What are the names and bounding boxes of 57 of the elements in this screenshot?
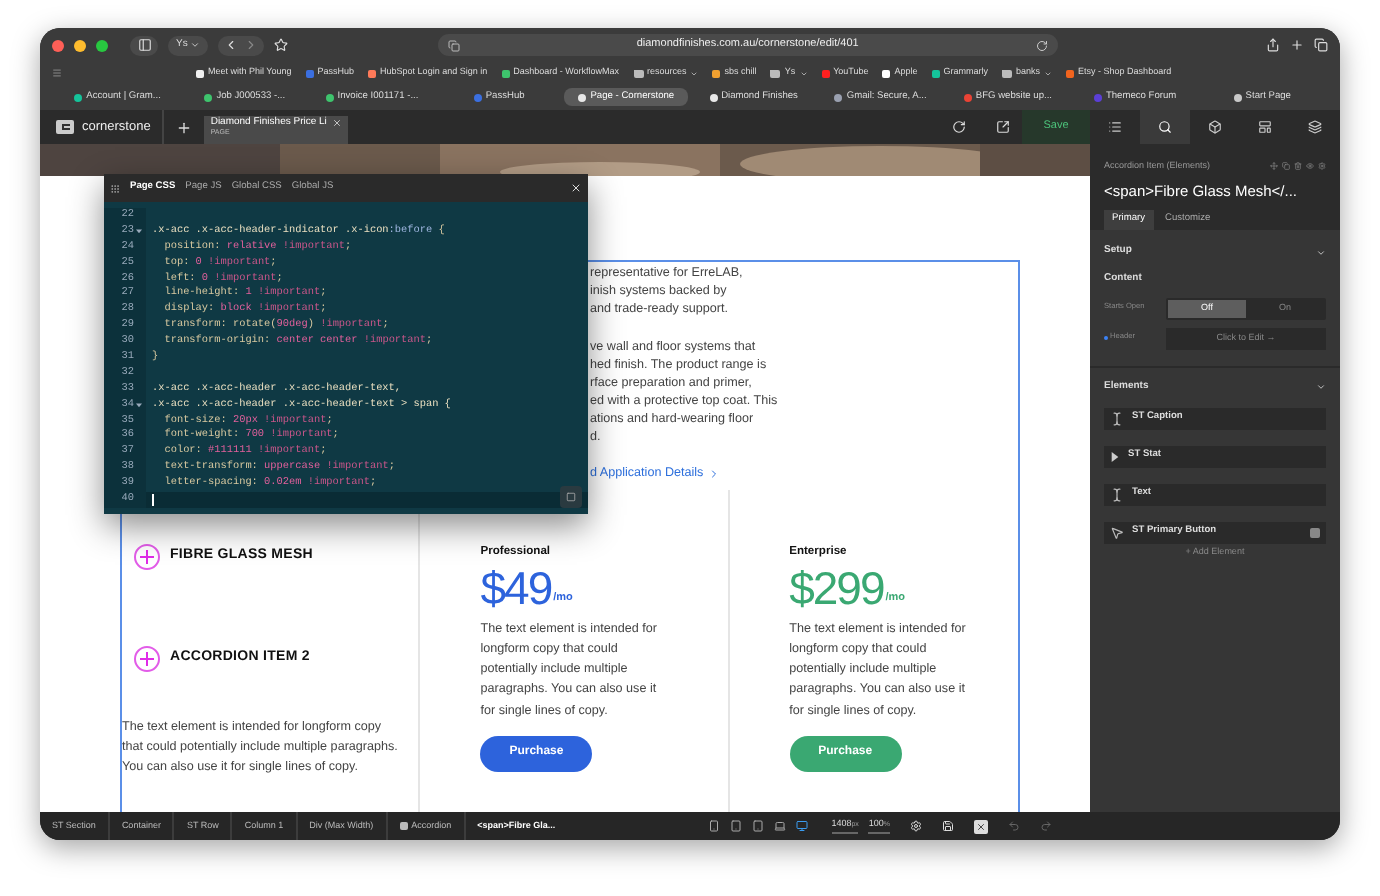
phone-icon bbox=[707, 820, 720, 832]
fold-arrow-icon[interactable] bbox=[135, 402, 141, 409]
device-button[interactable] bbox=[751, 820, 764, 832]
fold-arrow-icon[interactable] bbox=[135, 228, 141, 235]
list-icon bbox=[1108, 120, 1122, 134]
back-icon[interactable] bbox=[223, 38, 238, 52]
bookmark-icon[interactable] bbox=[273, 38, 288, 52]
element-icon bbox=[399, 822, 408, 830]
layout-icon bbox=[1258, 120, 1272, 134]
panel-tab[interactable] bbox=[1140, 110, 1190, 144]
sidebar-icon bbox=[137, 38, 151, 52]
tablet-icon bbox=[729, 820, 742, 832]
tab-overview-icon[interactable] bbox=[1314, 38, 1328, 52]
text-cursor bbox=[152, 493, 154, 506]
device-button[interactable] bbox=[795, 820, 808, 832]
preview-icon[interactable] bbox=[974, 819, 989, 833]
redo-icon[interactable] bbox=[1040, 820, 1053, 832]
chevron-down-icon bbox=[189, 40, 200, 50]
device-button[interactable] bbox=[773, 820, 786, 832]
eye-icon[interactable] bbox=[1306, 162, 1314, 171]
chevron-right-icon bbox=[707, 467, 720, 479]
reload-icon[interactable] bbox=[1035, 39, 1048, 51]
refresh-icon[interactable] bbox=[952, 120, 966, 134]
device-button[interactable] bbox=[707, 820, 720, 832]
add-icon[interactable] bbox=[176, 119, 193, 135]
close-button[interactable] bbox=[52, 39, 64, 51]
triangle-icon bbox=[1110, 451, 1120, 461]
pointer-icon bbox=[1110, 525, 1124, 539]
close-icon[interactable] bbox=[570, 182, 582, 194]
laptop-icon bbox=[773, 820, 786, 832]
format-button[interactable] bbox=[560, 486, 582, 508]
search-icon bbox=[1158, 120, 1172, 134]
external-link-icon[interactable] bbox=[996, 120, 1010, 134]
badge-icon bbox=[1310, 527, 1320, 537]
undo-icon[interactable] bbox=[1008, 820, 1021, 832]
trash-icon[interactable] bbox=[1294, 162, 1302, 171]
sidebar-button[interactable] bbox=[130, 35, 158, 55]
tablet-icon bbox=[751, 820, 764, 832]
save-icon[interactable] bbox=[942, 820, 955, 832]
move-icon[interactable] bbox=[1270, 162, 1278, 171]
plan-price: $299 bbox=[789, 563, 884, 612]
logo-icon bbox=[56, 120, 74, 134]
chevron-icon[interactable] bbox=[1316, 382, 1326, 392]
text-cursor-icon bbox=[1110, 411, 1124, 425]
box-icon bbox=[1208, 120, 1222, 134]
plan-price: $49 bbox=[480, 563, 552, 612]
page-icon bbox=[447, 39, 460, 51]
layers-icon bbox=[1308, 120, 1322, 134]
minimize-button[interactable] bbox=[74, 39, 86, 51]
share-icon[interactable] bbox=[1266, 38, 1280, 52]
square-icon bbox=[566, 492, 576, 502]
monitor-icon bbox=[795, 820, 808, 832]
text-cursor-icon bbox=[1110, 487, 1124, 501]
device-button[interactable] bbox=[729, 820, 742, 832]
new-tab-icon[interactable] bbox=[1290, 38, 1304, 52]
chevron-icon[interactable] bbox=[1316, 247, 1326, 257]
maximize-button[interactable] bbox=[96, 39, 108, 51]
